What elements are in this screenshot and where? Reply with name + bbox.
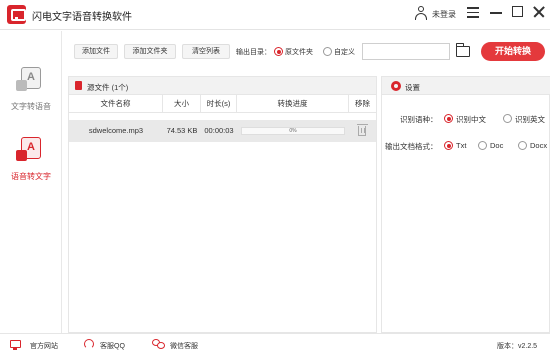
language-english-radio[interactable] [503,114,512,123]
file-name: sdwelcome.mp3 [88,126,144,135]
menu-icon[interactable] [466,5,480,19]
settings-header: 设置 [382,77,550,95]
file-list-header: 源文件 (1个) [69,77,376,95]
table-row[interactable]: sdwelcome.mp3 74.53 KB 00:00:03 0% [69,120,376,142]
file-list-panel: 源文件 (1个) 文件名称 大小 时长(s) 转换进度 移除 sdwelcome… [68,76,377,333]
file-size: 74.53 KB [166,126,198,135]
monitor-icon[interactable] [10,340,21,350]
settings-panel: 设置 识别语种： 识别中文 识别英文 输出文档格式： Txt Doc Docx [381,76,550,333]
headset-icon[interactable] [84,339,94,349]
toolbar: 添加文件 添加文件夹 清空列表 输出目录： 原文件夹 自定义 开始转换 [62,31,550,67]
column-header-progress: 转换进度 [237,95,349,113]
format-label: 输出文档格式： [385,142,438,151]
progress-text: 0% [289,128,297,134]
language-chinese-radio[interactable] [444,114,453,123]
column-header-duration: 时长(s) [201,95,237,113]
format-doc-label[interactable]: Doc [490,141,503,150]
title-bar: 闪电文字语音转换软件 未登录 [0,0,550,30]
sidebar-item-speech-to-text[interactable]: A 语音转文字 [0,131,62,201]
gear-icon [391,81,401,91]
column-header-name: 文件名称 [69,95,163,113]
progress-bar: 0% [241,127,345,135]
text-to-speech-icon: A [16,67,41,91]
file-duration: 00:00:03 [204,126,234,135]
customer-service-qq-link[interactable]: 客服QQ [100,341,125,351]
clear-list-button[interactable]: 清空列表 [182,44,230,59]
column-header-size: 大小 [163,95,201,113]
minimize-icon[interactable] [489,5,503,19]
format-txt-radio[interactable] [444,141,453,150]
language-chinese-label[interactable]: 识别中文 [456,114,486,125]
app-title: 闪电文字语音转换软件 [32,12,132,23]
format-txt-label[interactable]: Txt [456,141,466,150]
format-doc-radio[interactable] [478,141,487,150]
trash-icon[interactable] [356,124,368,136]
output-dir-label: 输出目录： [236,49,271,56]
document-icon [75,81,82,90]
output-custom-radio[interactable] [323,47,332,56]
login-link[interactable]: 未登录 [432,9,456,20]
speech-to-text-icon: A [16,137,41,161]
add-folder-button[interactable]: 添加文件夹 [124,44,176,59]
sidebar: A 文字转语音 A 语音转文字 [0,31,62,333]
sidebar-item-label: 语音转文字 [11,172,51,181]
app-logo-icon [7,5,26,24]
add-file-button[interactable]: 添加文件 [74,44,118,59]
language-label: 识别语种： [400,115,438,124]
output-path-input[interactable] [362,43,450,60]
wechat-service-link[interactable]: 微信客服 [170,341,198,351]
footer: 官方网站 客服QQ 微信客服 版本：v2.2.5 [0,333,550,355]
format-docx-radio[interactable] [518,141,527,150]
sidebar-item-label: 文字转语音 [11,102,51,111]
folder-open-icon[interactable] [455,43,470,57]
maximize-icon[interactable] [511,5,525,19]
official-website-link[interactable]: 官方网站 [30,341,58,351]
user-icon[interactable] [415,6,427,20]
close-icon[interactable] [532,5,546,19]
wechat-icon[interactable] [152,339,165,349]
format-docx-label[interactable]: Docx [530,141,547,150]
column-header-remove: 移除 [349,95,376,113]
output-source-folder-radio[interactable] [274,47,283,56]
sidebar-item-text-to-speech[interactable]: A 文字转语音 [0,61,62,131]
settings-title: 设置 [405,83,420,92]
output-custom-label[interactable]: 自定义 [334,47,355,57]
start-convert-button[interactable]: 开始转换 [481,42,545,61]
output-source-folder-label[interactable]: 原文件夹 [285,47,313,57]
file-list-title: 源文件 (1个) [87,83,129,92]
language-english-label[interactable]: 识别英文 [515,114,545,125]
version-text: 版本：v2.2.5 [497,343,538,350]
